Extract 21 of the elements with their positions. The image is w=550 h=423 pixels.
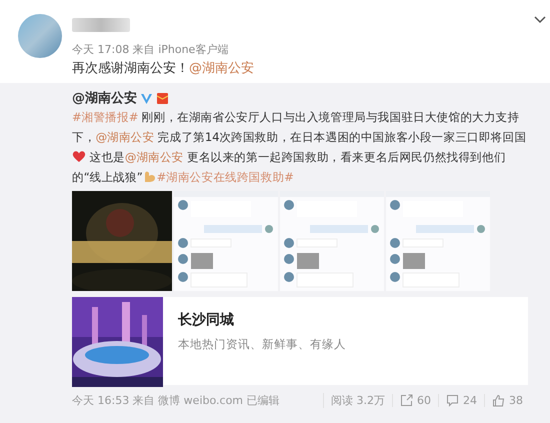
repost-meta: 今天 16:53 来自 微博 weibo.com 已编辑 bbox=[72, 393, 281, 408]
post-meta: 今天 17:08 来自 iPhone客户端 bbox=[72, 42, 230, 57]
like-count: 38 bbox=[509, 394, 523, 407]
read-count: 阅读 3.2万 bbox=[323, 393, 392, 408]
repost-author[interactable]: @湖南公安 bbox=[72, 89, 137, 107]
comment-icon[interactable] bbox=[446, 394, 459, 407]
share-icon[interactable] bbox=[400, 394, 413, 407]
thumbs-up-icon[interactable] bbox=[492, 394, 505, 407]
blurred-username bbox=[72, 18, 130, 32]
heart-icon bbox=[72, 150, 86, 163]
repost-body: #湘警播报# 刚刚，在湖南省公安厅人口与出入境管理局与我国驻日大使馆的大力支持下，@湖南公安 完成了第14次跨国救助，在日本遇困的中国旅客小段一家三口即将回国 这也是@湖南公安 更名以来的第一起跨国救助，看来更名后网民仍然找得到他们的“线上战狼” #湖南公安在线跨国救助# bbox=[72, 109, 528, 186]
card-title[interactable]: 长沙同城 bbox=[178, 311, 346, 329]
chevron-down-icon[interactable] bbox=[534, 16, 546, 24]
flexed-arm-icon bbox=[142, 170, 157, 183]
post-text: 再次感谢湖南公安！@湖南公安 bbox=[72, 60, 254, 77]
comment-count: 24 bbox=[463, 394, 477, 407]
envelope-icon bbox=[156, 92, 169, 104]
repost-count: 60 bbox=[417, 394, 431, 407]
verified-v-icon bbox=[140, 92, 153, 104]
avatar[interactable] bbox=[18, 14, 62, 58]
card-subtitle: 本地热门资讯、新鲜事、有缘人 bbox=[178, 337, 346, 352]
